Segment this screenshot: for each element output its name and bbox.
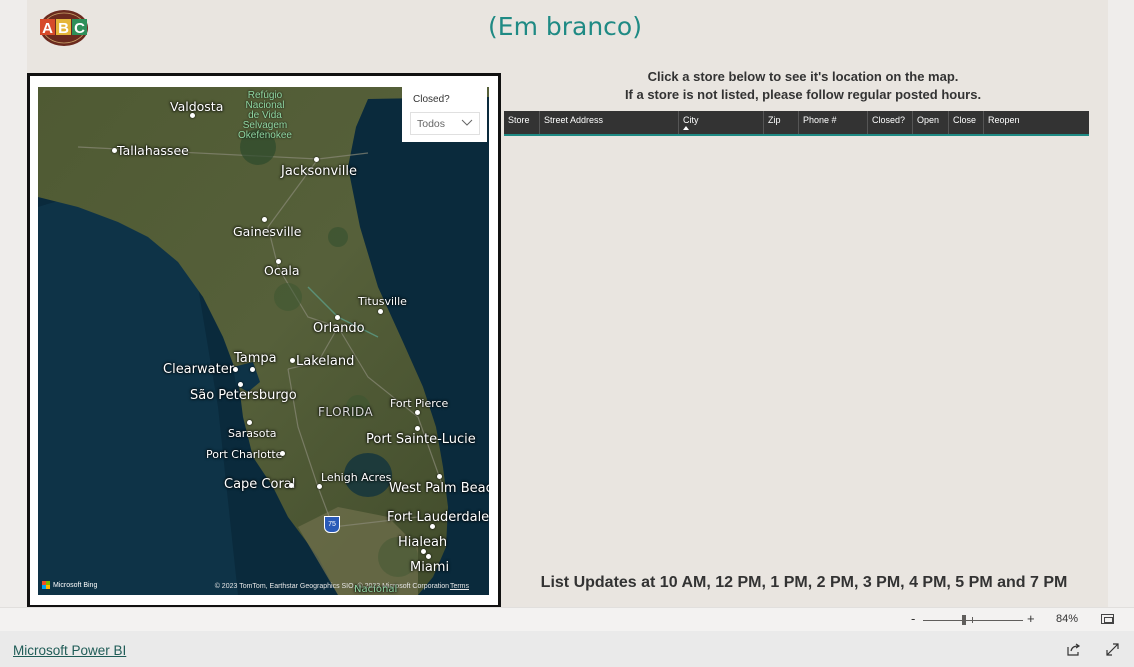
zoom-percent[interactable]: 84%: [1056, 613, 1078, 625]
instructions-line-2: If a store is not listed, please follow …: [624, 87, 982, 102]
city-label-tallahassee: Tallahassee: [117, 143, 189, 158]
city-label-west-palm-beach: West Palm Beach: [389, 481, 489, 496]
dropdown-value: Todos: [417, 118, 446, 130]
column-header-close[interactable]: Close: [949, 111, 984, 134]
column-header-store[interactable]: Store: [504, 111, 540, 134]
bottom-bar: Microsoft Power BI: [0, 631, 1134, 667]
column-header-city-label: City: [683, 115, 699, 125]
terms-link[interactable]: Terms: [450, 583, 469, 590]
city-label-valdosta: Valdosta: [170, 99, 224, 114]
closed-dropdown[interactable]: Todos: [410, 112, 480, 135]
city-label-ocala: Ocala: [264, 263, 300, 278]
city-label-cape-coral: Cape Coral: [224, 477, 296, 492]
zoom-bar: - + 84%: [0, 607, 1134, 632]
city-dot: [280, 451, 285, 456]
city-label-fort-lauderdale: Fort Lauderdale: [387, 510, 489, 525]
city-label-sao-petersburgo: São Petersburgo: [190, 388, 297, 403]
column-header-closed[interactable]: Closed?: [868, 111, 913, 134]
satellite-map[interactable]: Refúgio Nacional de Vida Selvagem Okefen…: [38, 87, 489, 595]
state-label-florida: FLORIDA: [318, 405, 374, 419]
city-dot: [290, 358, 295, 363]
city-label-sarasota: Sarasota: [228, 427, 277, 440]
map-visual[interactable]: Refúgio Nacional de Vida Selvagem Okefen…: [27, 73, 501, 608]
column-header-reopen[interactable]: Reopen: [984, 111, 1089, 134]
column-header-city[interactable]: City: [679, 111, 764, 134]
column-header-street-address[interactable]: Street Address: [540, 111, 679, 134]
zoom-slider-thumb[interactable]: [962, 615, 966, 625]
logo-letter-a: A: [42, 20, 53, 37]
fit-to-page-icon[interactable]: [1101, 614, 1114, 624]
right-margin: [1108, 0, 1134, 607]
city-dot: [112, 148, 117, 153]
city-dot: [233, 367, 238, 372]
city-label-hialeah: Hialeah: [398, 535, 448, 550]
city-dot: [262, 217, 267, 222]
page-title: (Em branco): [488, 12, 642, 41]
city-label-lakeland: Lakeland: [296, 354, 355, 369]
slicer-label: Closed?: [413, 94, 450, 105]
city-dot: [250, 367, 255, 372]
zoom-in-button[interactable]: +: [1027, 611, 1035, 626]
instructions-text: Click a store below to see it's location…: [560, 68, 1046, 104]
list-update-times: List Updates at 10 AM, 12 PM, 1 PM, 2 PM…: [540, 574, 1068, 591]
zoom-out-button[interactable]: -: [911, 611, 915, 626]
city-label-orlando: Orlando: [313, 321, 365, 336]
microsoft-logo-icon: [42, 581, 50, 589]
city-dot: [421, 549, 426, 554]
city-dot: [415, 426, 420, 431]
city-dot: [247, 420, 252, 425]
map-copyright: © 2023 TomTom, Earthstar Geographics SIO…: [214, 583, 449, 590]
city-dot: [335, 315, 340, 320]
city-label-gainesville: Gainesville: [233, 224, 302, 239]
instructions-line-1: Click a store below to see it's location…: [647, 69, 959, 84]
chevron-down-icon: [461, 119, 473, 126]
stores-table-header: Store Street Address City Zip Phone # Cl…: [504, 111, 1089, 136]
city-dot: [289, 483, 294, 488]
bing-label: Microsoft Bing: [53, 581, 98, 589]
column-header-open[interactable]: Open: [913, 111, 949, 134]
share-icon[interactable]: [1067, 643, 1081, 656]
city-label-jacksonville: Jacksonville: [281, 164, 357, 179]
closed-slicer: Closed? Todos: [402, 87, 487, 142]
interstate-shield-icon: 75: [324, 516, 340, 533]
city-label-tampa: Tampa: [234, 351, 277, 366]
city-dot: [430, 524, 435, 529]
sort-ascending-icon: [683, 126, 689, 130]
city-label-port-sainte-lucie: Port Sainte-Lucie: [366, 432, 476, 447]
city-dot: [317, 484, 322, 489]
city-dot: [437, 474, 442, 479]
park-label: Refúgio Nacional de Vida Selvagem Okefen…: [238, 90, 292, 141]
column-header-zip[interactable]: Zip: [764, 111, 799, 134]
city-label-fort-pierce: Fort Pierce: [390, 397, 449, 410]
city-label-miami: Miami: [410, 560, 450, 575]
abc-logo: A B C: [38, 8, 90, 48]
city-label-titusville: Titusville: [358, 295, 407, 308]
logo-letter-b: B: [58, 20, 69, 37]
city-dot: [426, 554, 431, 559]
city-dot: [314, 157, 319, 162]
zoom-slider-track[interactable]: [923, 620, 1023, 621]
city-dot: [276, 259, 281, 264]
city-dot: [238, 382, 243, 387]
fullscreen-icon[interactable]: [1106, 643, 1119, 656]
city-label-port-charlotte: Port Charlotte: [206, 448, 283, 461]
zoom-slider-tick: [972, 617, 973, 623]
map-bottom-partial-label: Nacional: [354, 584, 398, 595]
bing-attribution: Microsoft Bing: [42, 581, 97, 589]
power-bi-link[interactable]: Microsoft Power BI: [13, 643, 126, 658]
left-margin: [0, 0, 27, 607]
city-dot: [415, 410, 420, 415]
city-label-lehigh-acres: Lehigh Acres: [321, 471, 392, 484]
city-dot: [378, 309, 383, 314]
logo-letter-c: C: [74, 20, 85, 37]
city-dot: [190, 113, 195, 118]
city-label-clearwater: Clearwater: [163, 362, 235, 377]
column-header-phone[interactable]: Phone #: [799, 111, 868, 134]
